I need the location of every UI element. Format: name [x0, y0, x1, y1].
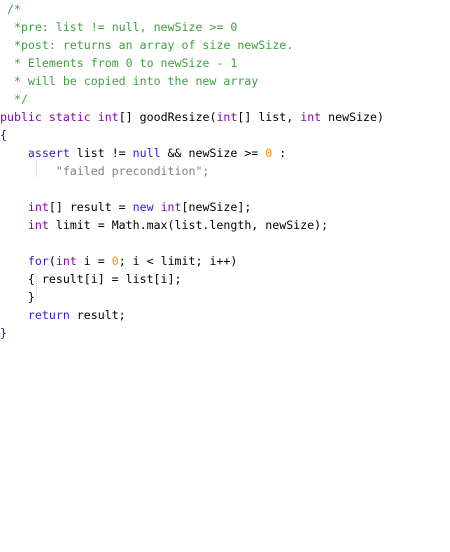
code-token: new — [132, 200, 154, 214]
code-token: for — [27, 254, 49, 268]
code-token: int — [300, 110, 322, 124]
code-token: list != — [69, 146, 133, 160]
code-line: } — [0, 324, 7, 342]
code-token: "failed precondition"; — [55, 164, 210, 178]
code-token: null — [132, 146, 161, 160]
code-token: && newSize >= — [160, 146, 266, 160]
code-token: public — [0, 110, 42, 124]
code-token: [] list, — [237, 110, 301, 124]
code-line: assert list != null && newSize >= 0 : — [0, 144, 286, 162]
code-token: { result[i] = list[i]; — [27, 272, 182, 286]
code-token: int — [55, 254, 77, 268]
code-line: int[] result = new int[newSize]; — [0, 198, 251, 216]
code-token: */ — [13, 92, 28, 106]
code-token: } — [0, 326, 7, 340]
code-token: int — [27, 200, 49, 214]
code-token: result; — [69, 308, 126, 322]
code-token: newSize) — [321, 110, 384, 124]
code-token: static — [48, 110, 91, 124]
code-token: /* — [6, 2, 21, 16]
code-line: { result[i] = list[i]; — [0, 270, 182, 288]
code-token: ; i < limit; i++) — [118, 254, 238, 268]
code-line: return result; — [0, 306, 126, 324]
code-token: * Elements from 0 to newSize - 1 — [13, 56, 238, 70]
code-line: } — [0, 288, 35, 306]
code-token: 0 — [111, 254, 119, 268]
code-token: int — [160, 200, 182, 214]
code-line: * Elements from 0 to newSize - 1 — [0, 54, 237, 72]
code-line: public static int[] goodResize(int[] lis… — [0, 108, 384, 126]
code-line: { — [0, 126, 7, 144]
code-token: { — [0, 128, 7, 142]
code-token: limit = Math.max(list.length, newSize); — [48, 218, 329, 232]
code-token: int — [97, 110, 119, 124]
code-token: assert — [27, 146, 70, 160]
code-token: return — [27, 308, 70, 322]
code-line: *post: returns an array of size newSize. — [0, 36, 293, 54]
code-token: ( — [48, 254, 56, 268]
code-line: for(int i = 0; i < limit; i++) — [0, 252, 237, 270]
code-token: } — [27, 290, 35, 304]
code-line: /* — [0, 0, 21, 18]
code-line: "failed precondition"; — [0, 162, 210, 180]
code-token: int — [216, 110, 238, 124]
code-token: *post: returns an array of size newSize. — [13, 38, 294, 52]
code-line: *pre: list != null, newSize >= 0 — [0, 18, 237, 36]
code-line: */ — [0, 90, 28, 108]
code-view: /* *pre: list != null, newSize >= 0 *pos… — [0, 0, 450, 552]
code-token: [newSize]; — [181, 200, 252, 214]
code-line: * will be copied into the new array — [0, 72, 258, 90]
code-line: int limit = Math.max(list.length, newSiz… — [0, 216, 328, 234]
code-token: [] goodResize( — [118, 110, 217, 124]
code-token: [] result = — [48, 200, 133, 214]
code-token: *pre: list != null, newSize >= 0 — [13, 20, 238, 34]
code-token: int — [27, 218, 49, 232]
code-token: : — [272, 146, 287, 160]
code-token: * will be copied into the new array — [13, 74, 259, 88]
code-token: i = — [76, 254, 112, 268]
